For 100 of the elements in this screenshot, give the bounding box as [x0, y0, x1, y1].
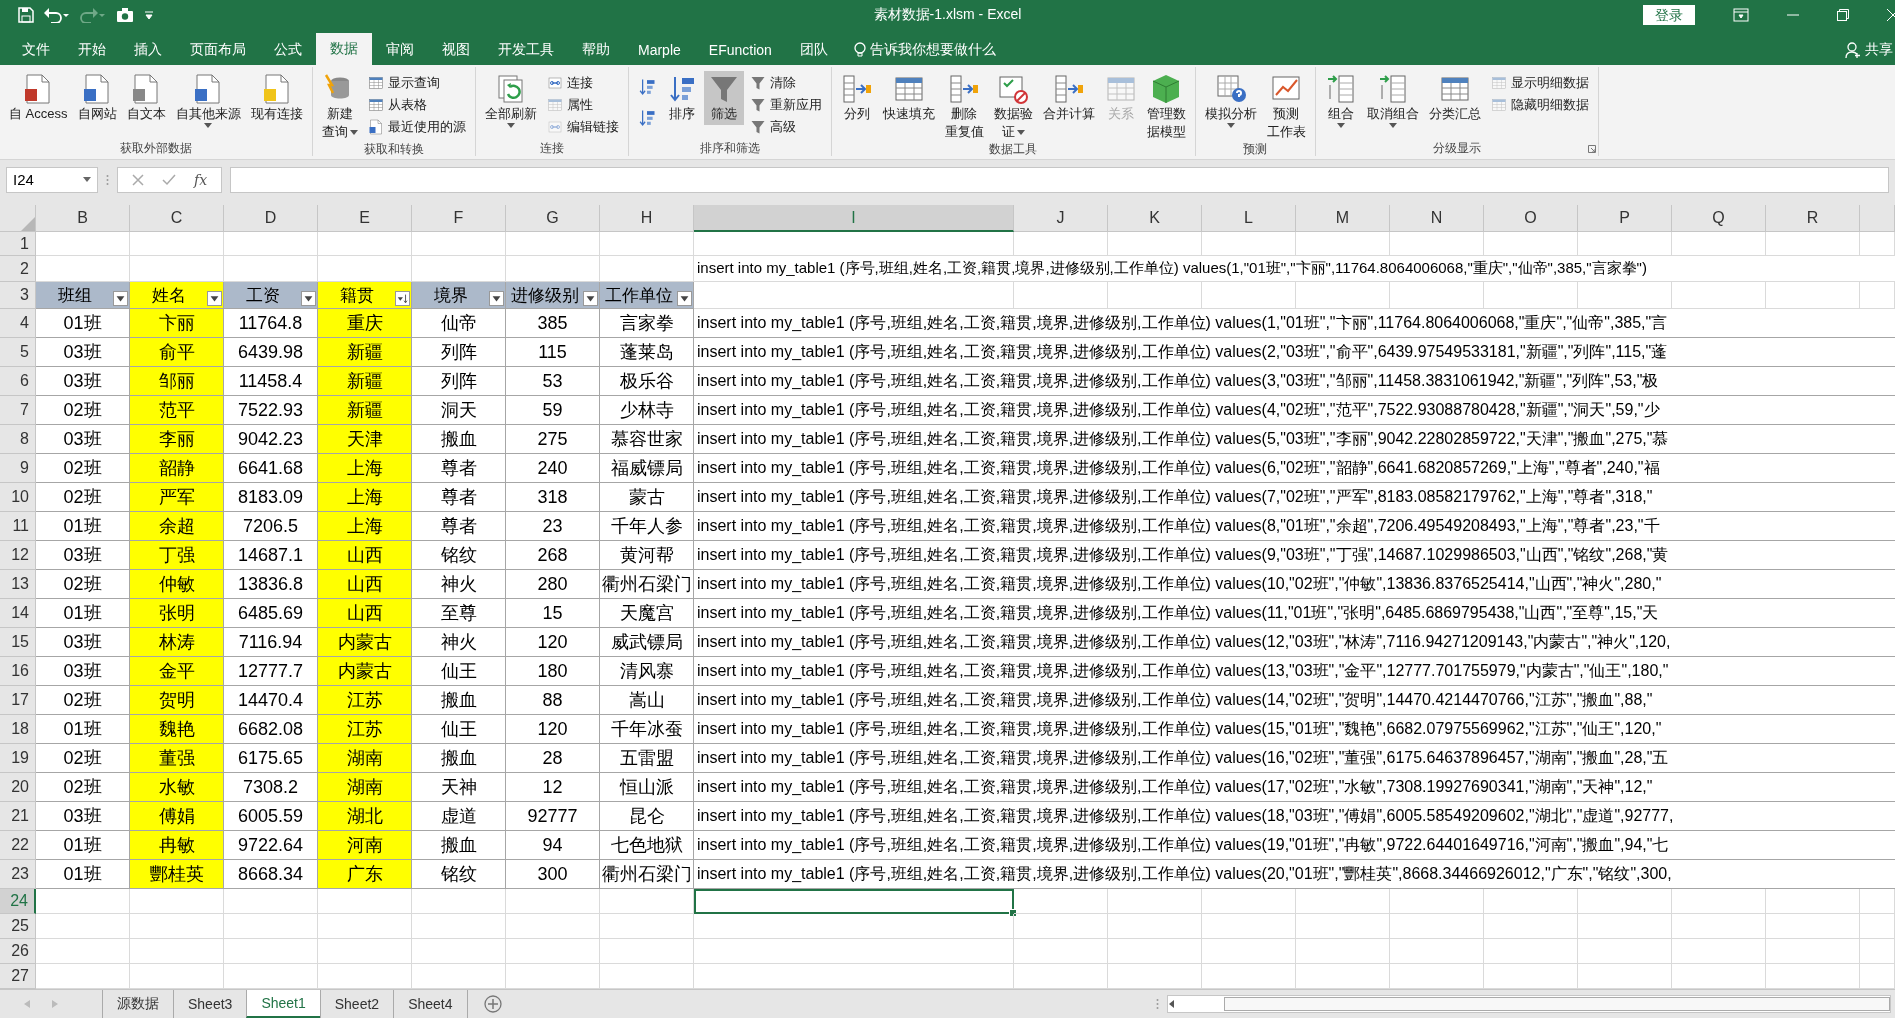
column-header[interactable]: O [1484, 205, 1578, 232]
grid-cell[interactable] [412, 889, 506, 914]
menu-tab[interactable]: Marple [624, 35, 695, 65]
row-header[interactable]: 4 [0, 309, 36, 338]
filter-button[interactable] [113, 291, 128, 306]
ribbon-button[interactable]: 合并计算 [1038, 71, 1099, 125]
grid-cell[interactable] [130, 232, 224, 256]
ribbon-button[interactable]: 预测 工作表 [1262, 71, 1310, 143]
grid-cell[interactable] [412, 232, 506, 256]
row-header[interactable]: 2 [0, 256, 36, 282]
menu-tab[interactable]: 文件 [8, 35, 64, 65]
ribbon-button[interactable]: 自其他来源 [171, 71, 245, 130]
save-icon[interactable] [18, 7, 34, 23]
grid-cell[interactable] [1108, 939, 1202, 964]
grid-cell[interactable] [1860, 889, 1895, 914]
name-box[interactable]: I24 [6, 166, 98, 193]
grid-cell[interactable] [130, 939, 224, 964]
grid-cell[interactable] [1672, 914, 1766, 939]
row-header[interactable]: 21 [0, 802, 36, 831]
grid-cell[interactable] [506, 939, 600, 964]
camera-icon[interactable] [116, 7, 134, 23]
grid-cell[interactable] [600, 256, 694, 282]
column-header[interactable]: P [1578, 205, 1672, 232]
grid-cell[interactable] [694, 939, 1014, 964]
grid-cell[interactable] [1108, 282, 1202, 309]
column-header[interactable]: E [318, 205, 412, 232]
ribbon-button[interactable]: 数据验 证 [989, 71, 1037, 143]
row-header[interactable]: 14 [0, 599, 36, 628]
ribbon-button[interactable]: 从表格 [363, 95, 470, 114]
grid-cell[interactable] [506, 232, 600, 256]
grid-cell[interactable] [1202, 232, 1296, 256]
grid-cell[interactable] [1766, 282, 1860, 309]
grid-cell[interactable] [1296, 232, 1390, 256]
menu-tab[interactable]: EFunction [694, 35, 786, 65]
ribbon-button[interactable]: 管理数 据模型 [1142, 71, 1190, 143]
grid-cell[interactable] [1390, 939, 1484, 964]
grid-cell[interactable] [1108, 914, 1202, 939]
grid-cell[interactable] [224, 889, 318, 914]
grid-cell[interactable] [130, 914, 224, 939]
splitter-icon[interactable] [1156, 998, 1159, 1010]
row-header[interactable]: 7 [0, 396, 36, 425]
grid-cell[interactable] [1672, 232, 1766, 256]
grid-cell[interactable] [1014, 282, 1108, 309]
column-header[interactable]: H [600, 205, 694, 232]
column-header[interactable]: J [1014, 205, 1108, 232]
column-header[interactable]: F [412, 205, 506, 232]
grid-cell[interactable] [318, 232, 412, 256]
ribbon-button[interactable]: 分类汇总 [1424, 71, 1485, 125]
grid-cell[interactable] [318, 889, 412, 914]
grid-cell[interactable] [1860, 232, 1895, 256]
scroll-left-icon[interactable] [1168, 1000, 1176, 1008]
menu-tab[interactable]: 团队 [785, 35, 842, 65]
row-header[interactable]: 16 [0, 657, 36, 686]
ribbon-button[interactable]: 快速填充 [878, 71, 939, 125]
grid-cell[interactable] [506, 256, 600, 282]
row-header[interactable]: 10 [0, 483, 36, 512]
menu-tab[interactable]: 开发工具 [484, 35, 568, 65]
cancel-icon[interactable] [132, 173, 144, 186]
ribbon-button[interactable]: 清除 [745, 73, 826, 92]
grid-cell[interactable] [506, 914, 600, 939]
menu-tab[interactable]: 开始 [64, 35, 120, 65]
filter-button[interactable] [489, 291, 504, 306]
ribbon-button[interactable]: 显示查询 [363, 73, 470, 92]
grid-cell[interactable] [1202, 914, 1296, 939]
column-header[interactable]: M [1296, 205, 1390, 232]
grid-cell[interactable] [224, 232, 318, 256]
menu-tab[interactable]: 视图 [428, 35, 484, 65]
ribbon-button[interactable]: 模拟分析 [1200, 71, 1261, 130]
sorted-filter-button[interactable] [395, 291, 410, 306]
grid-cell[interactable] [1390, 282, 1484, 309]
grid-cell[interactable] [130, 889, 224, 914]
grid-cell[interactable] [1108, 889, 1202, 914]
grid-cell[interactable] [1390, 232, 1484, 256]
column-header[interactable]: K [1108, 205, 1202, 232]
grid-cell[interactable] [1578, 232, 1672, 256]
grid-cell[interactable] [1014, 939, 1108, 964]
row-header[interactable]: 19 [0, 744, 36, 773]
ribbon-button[interactable]: 取消组合 [1362, 71, 1423, 130]
sheet-tab[interactable]: Sheet1 [246, 990, 320, 1018]
ribbon-button[interactable]: 删除 重复值 [940, 71, 988, 143]
grid-cell[interactable] [1296, 282, 1390, 309]
grid-cell[interactable] [1860, 939, 1895, 964]
grid-cell[interactable] [1578, 939, 1672, 964]
row-header[interactable]: 6 [0, 367, 36, 396]
row-header[interactable]: 17 [0, 686, 36, 715]
add-sheet-icon[interactable] [483, 995, 502, 1013]
grid-cell[interactable] [36, 256, 130, 282]
share-button[interactable]: 共享 [1845, 35, 1893, 65]
sheet-tab[interactable]: Sheet4 [393, 990, 467, 1018]
confirm-icon[interactable] [162, 173, 176, 186]
column-header[interactable]: C [130, 205, 224, 232]
grid-cell[interactable] [1766, 889, 1860, 914]
grid-cell[interactable] [224, 256, 318, 282]
grid-cell[interactable] [1484, 914, 1578, 939]
filter-button[interactable] [207, 291, 222, 306]
grid-cell[interactable] [600, 232, 694, 256]
column-header[interactable]: R [1766, 205, 1860, 232]
grid-cell[interactable] [1672, 939, 1766, 964]
grid-cell[interactable] [600, 914, 694, 939]
column-header[interactable]: Q [1672, 205, 1766, 232]
